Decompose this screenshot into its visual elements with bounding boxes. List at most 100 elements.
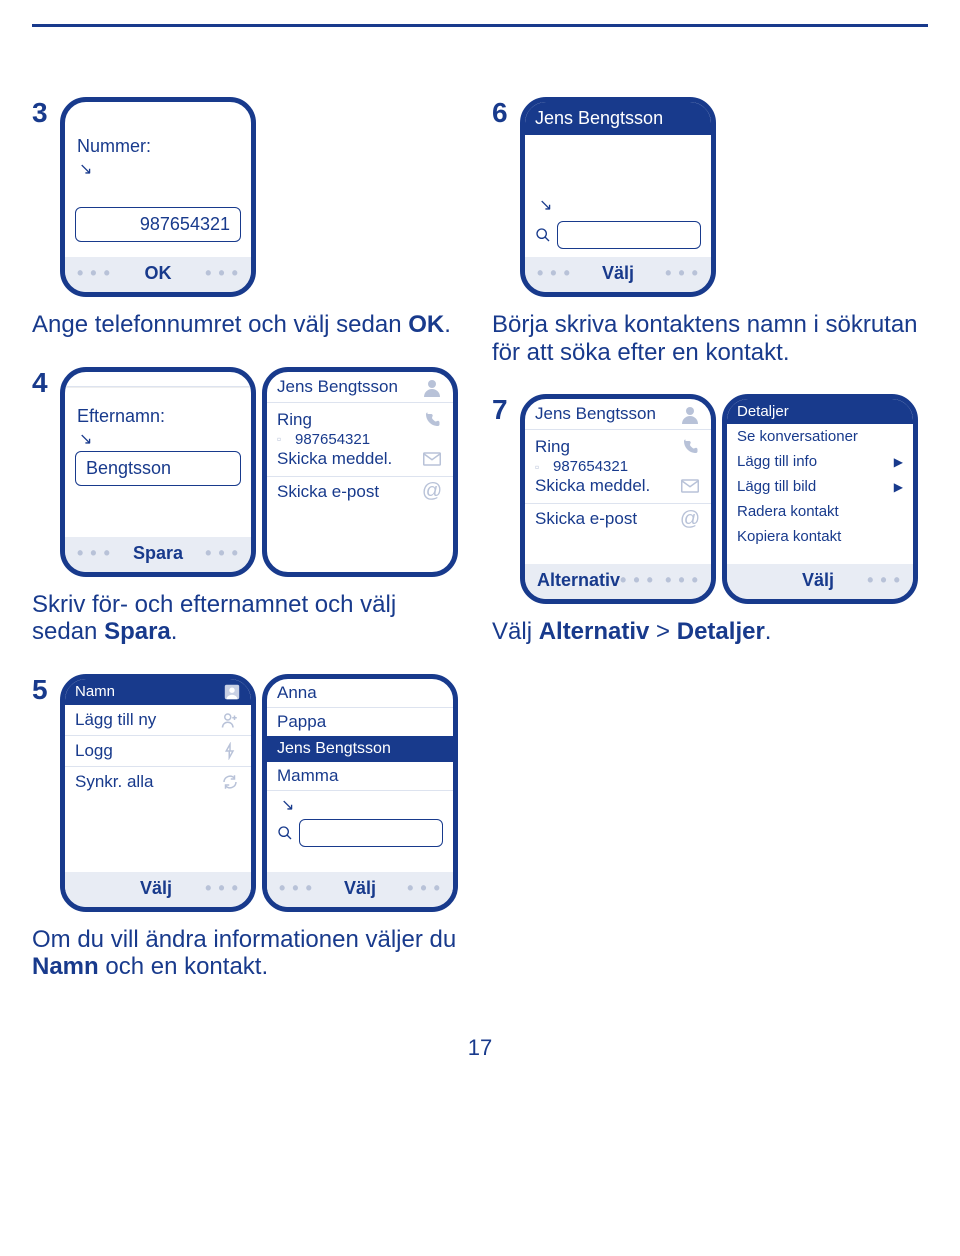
- search-icon: [277, 825, 293, 841]
- softkey-bar: Alternativ • • • • • •: [525, 564, 711, 599]
- search-icon: [535, 227, 551, 243]
- search-row: [277, 819, 443, 847]
- softkey-dots-left[interactable]: • • •: [77, 543, 111, 564]
- text: Ange telefonnumret och välj sedan: [32, 311, 408, 338]
- softkey-bar: Välj • • •: [727, 564, 913, 599]
- text-bold: Alternativ: [539, 618, 650, 645]
- phone-group: Nummer: ↘ 987654321 • • • OK • • •: [60, 97, 256, 297]
- softkey-dots-right[interactable]: • • •: [205, 878, 239, 899]
- phone-body: Namn Lägg till ny: [65, 679, 251, 872]
- menu-item[interactable]: Lägg till info ▶: [727, 449, 913, 474]
- phone-frame-contact-card: Jens Bengtsson Ring: [262, 367, 458, 577]
- text: .: [444, 311, 451, 338]
- send-email-row[interactable]: Skicka e-post @: [525, 504, 711, 534]
- label: Detaljer: [737, 403, 789, 420]
- step-4: 4 Efternamn: ↘ Bengtsson: [32, 367, 468, 577]
- phone-frame-number: Nummer: ↘ 987654321 • • • OK • • •: [60, 97, 256, 297]
- softkey-center[interactable]: Välj: [313, 878, 407, 899]
- softkey-center[interactable]: Välj: [107, 878, 205, 899]
- field-label: Efternamn:: [65, 402, 251, 429]
- search-row: [535, 221, 701, 249]
- contact-name: Jens Bengtsson: [277, 377, 398, 397]
- phone-body: Jens Bengtsson Ring: [267, 372, 453, 572]
- softkey-left[interactable]: Alternativ: [537, 570, 620, 591]
- person-icon: [679, 403, 701, 425]
- field-label: Nummer:: [65, 132, 251, 159]
- label: Kopiera kontakt: [737, 528, 841, 545]
- softkey-dots-left[interactable]: • • •: [537, 263, 571, 284]
- sync-icon: [219, 771, 241, 793]
- step-number: 5: [32, 674, 52, 706]
- menu-title-detaljer[interactable]: Detaljer: [727, 399, 913, 424]
- text: Om du vill ändra informationen väljer du: [32, 926, 456, 953]
- text: Skriv för- och efternamnet och välj seda…: [32, 591, 396, 646]
- sim-icon: ▫: [277, 432, 291, 446]
- label: Logg: [75, 741, 113, 761]
- softkey-dots-center[interactable]: • • •: [620, 570, 654, 591]
- phone-frame-contact-list: Anna Pappa Jens Bengtsson Mamma ↘: [262, 674, 458, 912]
- softkey-dots-right[interactable]: • • •: [665, 263, 699, 284]
- menu-item[interactable]: Kopiera kontakt: [727, 524, 913, 549]
- contact-row[interactable]: Anna: [267, 679, 453, 708]
- contact-name-row[interactable]: Jens Bengtsson: [525, 399, 711, 430]
- menu-item[interactable]: Radera kontakt: [727, 499, 913, 524]
- menu-item-sync[interactable]: Synkr. alla: [65, 767, 251, 797]
- softkey-dots-left[interactable]: • • •: [77, 263, 111, 284]
- phone-body: Anna Pappa Jens Bengtsson Mamma ↘: [267, 679, 453, 872]
- softkey-dots-right[interactable]: • • •: [205, 543, 239, 564]
- softkey-center[interactable]: Välj: [571, 263, 665, 284]
- send-email-row[interactable]: Skicka e-post @: [267, 477, 453, 507]
- phone-frame-contact-card: Jens Bengtsson Ring: [520, 394, 716, 604]
- search-input[interactable]: [557, 221, 701, 249]
- label: Pappa: [277, 712, 326, 732]
- envelope-icon: [679, 475, 701, 497]
- softkey-dots-right[interactable]: • • •: [407, 878, 441, 899]
- softkey-dots-right[interactable]: • • •: [654, 570, 699, 591]
- softkey-bar: Välj • • •: [65, 872, 251, 907]
- text-bold: OK: [408, 311, 444, 338]
- softkey-bar: • • • Välj • • •: [525, 257, 711, 292]
- step-number: 7: [492, 394, 512, 426]
- label: Se konversationer: [737, 428, 858, 445]
- surname-input[interactable]: Bengtsson: [75, 451, 241, 486]
- sim-icon: ▫: [535, 460, 549, 474]
- softkey-dots-left[interactable]: • • •: [279, 878, 313, 899]
- step-5: 5 Namn Lägg till ny: [32, 674, 468, 912]
- phone-number: 987654321: [295, 431, 370, 448]
- menu-item[interactable]: Se konversationer: [727, 424, 913, 449]
- ring-block[interactable]: Ring ▫ 987654321 Sk: [267, 403, 453, 477]
- send-email-label: Skicka e-post: [277, 482, 379, 502]
- text: .: [171, 618, 178, 645]
- softkey-center[interactable]: Spara: [111, 543, 205, 564]
- step-3: 3 Nummer: ↘ 987654321 • • • OK: [32, 97, 468, 297]
- text-bold: Spara: [104, 618, 171, 645]
- softkey-bar: • • • Spara • • •: [65, 537, 251, 572]
- right-column: 6 Jens Bengtsson ↘: [492, 97, 928, 999]
- label: Radera kontakt: [737, 503, 839, 520]
- step-4-instruction: Skriv för- och efternamnet och välj seda…: [32, 591, 468, 646]
- step-6: 6 Jens Bengtsson ↘: [492, 97, 928, 297]
- text-bold: Detaljer: [677, 618, 765, 645]
- contact-row[interactable]: Mamma: [267, 762, 453, 791]
- menu-item-add[interactable]: Lägg till ny: [65, 705, 251, 736]
- search-input[interactable]: [299, 819, 443, 847]
- number-input[interactable]: 987654321: [75, 207, 241, 242]
- contact-name-row[interactable]: Jens Bengtsson: [267, 372, 453, 403]
- phone-frame-search: Jens Bengtsson ↘ • • •: [520, 97, 716, 297]
- chevron-right-icon: ▶: [894, 480, 903, 494]
- menu-item[interactable]: Lägg till bild ▶: [727, 474, 913, 499]
- menu-item-namn[interactable]: Namn: [65, 679, 251, 705]
- softkey-center[interactable]: OK: [111, 263, 205, 284]
- softkey-dots-right[interactable]: • • •: [867, 570, 901, 591]
- contact-row-selected[interactable]: Jens Bengtsson: [267, 736, 453, 762]
- at-icon: @: [421, 481, 443, 503]
- phone-icon: [679, 436, 701, 458]
- softkey-dots-right[interactable]: • • •: [205, 263, 239, 284]
- menu-item-log[interactable]: Logg: [65, 736, 251, 767]
- softkey-bar: • • • Välj • • •: [267, 872, 453, 907]
- left-column: 3 Nummer: ↘ 987654321 • • • OK: [32, 97, 468, 999]
- ring-block[interactable]: Ring ▫ 987654321 Sk: [525, 430, 711, 504]
- softkey-center[interactable]: Välj: [769, 570, 867, 591]
- text: och en kontakt.: [99, 953, 268, 980]
- contact-row[interactable]: Pappa: [267, 708, 453, 736]
